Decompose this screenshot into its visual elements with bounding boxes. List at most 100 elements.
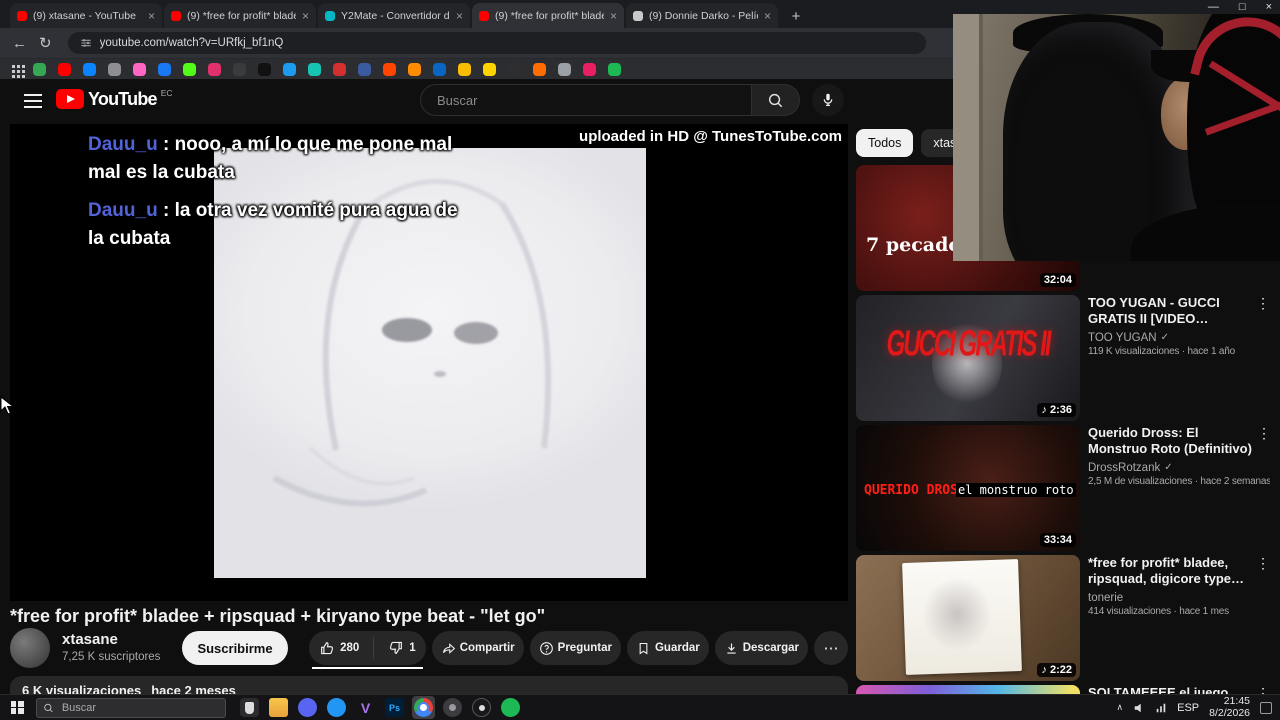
bookmark-favicon[interactable]: [583, 62, 596, 76]
channel-line[interactable]: DrossRotzank ✓: [1088, 462, 1270, 474]
camera-app-icon[interactable]: [443, 698, 462, 717]
bookmark-favicon[interactable]: [108, 62, 121, 76]
tab-close-icon[interactable]: ×: [148, 10, 155, 22]
chrome-icon[interactable]: [414, 698, 433, 717]
bookmark-favicon[interactable]: [258, 62, 271, 76]
bookmark-favicon[interactable]: [183, 62, 196, 76]
video-thumbnail[interactable]: ♪ 2:22: [856, 555, 1080, 681]
close-button[interactable]: ×: [1266, 1, 1272, 13]
bookmark-favicon[interactable]: [83, 62, 96, 76]
apps-grid-icon[interactable]: [12, 64, 15, 68]
browser-tab[interactable]: (9) Donnie Darko - Película com... ×: [626, 3, 778, 28]
share-button[interactable]: Compartir: [431, 631, 524, 665]
channel-avatar[interactable]: [10, 628, 50, 668]
address-bar[interactable]: youtube.com/watch?v=URfkj_bf1nQ: [67, 32, 926, 54]
browser-tab[interactable]: (9) *free for profit* bladee + e... ×: [164, 3, 316, 28]
refresh-icon[interactable]: ↻: [39, 36, 52, 51]
minimize-button[interactable]: —: [1208, 1, 1219, 13]
tray-chevron-icon[interactable]: ∧: [1117, 702, 1124, 713]
ask-button[interactable]: Preguntar: [529, 631, 621, 665]
browser-tab-active[interactable]: (9) *free for profit* bladee + rip... ×: [472, 3, 624, 28]
channel-line[interactable]: tonerie: [1088, 592, 1270, 604]
photoshop-icon[interactable]: Ps: [385, 698, 404, 717]
bookmark-favicon[interactable]: [333, 62, 346, 76]
tab-close-icon[interactable]: ×: [764, 10, 771, 22]
bookmark-favicon[interactable]: [358, 62, 371, 76]
video-title[interactable]: SOLTAMEEEE el juego: [1088, 685, 1270, 694]
hamburger-menu-icon[interactable]: [24, 94, 42, 108]
recommended-video[interactable]: SOLTAMEEEE el juego ⋮: [856, 685, 1270, 694]
bookmark-favicon[interactable]: [533, 62, 546, 76]
discord-icon[interactable]: [298, 698, 317, 717]
video-player[interactable]: Dauu_u : nooo, a mí lo que me pone mal m…: [10, 124, 848, 601]
recommended-video[interactable]: ♪ 2:22 *free for profit* bladee, ripsqua…: [856, 555, 1270, 681]
bookmark-favicon[interactable]: [558, 62, 571, 76]
browser-tab[interactable]: (9) xtasane - YouTube ×: [10, 3, 162, 28]
recommended-video[interactable]: QUERIDO DROSS el monstruo roto 33:34 Que…: [856, 425, 1270, 551]
obs-icon[interactable]: [472, 698, 491, 717]
video-menu-icon[interactable]: ⋮: [1257, 425, 1270, 442]
spotify-icon[interactable]: [501, 698, 520, 717]
bookmark-favicon[interactable]: [33, 62, 46, 76]
bookmark-favicon[interactable]: [408, 62, 421, 76]
bookmark-favicon[interactable]: [383, 62, 396, 76]
messenger-icon[interactable]: [327, 698, 346, 717]
video-title[interactable]: Querido Dross: El Monstruo Roto (Definit…: [1088, 425, 1270, 458]
bookmark-favicon[interactable]: [133, 62, 146, 76]
bookmark-favicon[interactable]: [208, 62, 221, 76]
video-thumbnail[interactable]: QUERIDO DROSS el monstruo roto 33:34: [856, 425, 1080, 551]
bookmark-favicon[interactable]: [458, 62, 471, 76]
visual-studio-icon[interactable]: V: [356, 698, 375, 717]
taskbar-search-input[interactable]: [59, 700, 219, 715]
site-info-icon[interactable]: [80, 37, 92, 49]
video-title[interactable]: TOO YUGAN - GUCCI GRATIS II [VIDEO OFICI…: [1088, 295, 1270, 328]
file-explorer-icon[interactable]: [269, 698, 288, 717]
video-thumbnail[interactable]: GUCCI GRATIS II ♪ 2:36: [856, 295, 1080, 421]
channel-name[interactable]: xtasane: [62, 631, 160, 650]
search-button[interactable]: [752, 84, 800, 116]
bookmark-favicon[interactable]: [158, 62, 171, 76]
bookmark-favicon[interactable]: [308, 62, 321, 76]
chip-todos[interactable]: Todos: [856, 129, 914, 157]
taskbar-clock[interactable]: 21:45 8/2/2026: [1209, 695, 1250, 719]
language-indicator[interactable]: ESP: [1177, 702, 1199, 714]
tab-close-icon[interactable]: ×: [456, 10, 463, 22]
bookmark-favicon[interactable]: [58, 62, 71, 76]
taskbar-search[interactable]: [36, 697, 226, 718]
mic-button[interactable]: [812, 84, 844, 116]
more-actions-button[interactable]: ⋯: [814, 631, 848, 665]
save-button[interactable]: Guardar: [626, 631, 709, 665]
video-menu-icon[interactable]: ⋮: [1256, 295, 1270, 312]
video-title[interactable]: *free for profit* bladee, ripsquad, digi…: [1088, 555, 1270, 588]
notification-center-icon[interactable]: [1260, 701, 1272, 714]
dislike-button[interactable]: 1: [378, 631, 425, 665]
video-thumbnail[interactable]: [856, 685, 1080, 694]
tab-close-icon[interactable]: ×: [302, 10, 309, 22]
browser-tab[interactable]: Y2Mate - Convertidor de YouT... ×: [318, 3, 470, 28]
recommended-video[interactable]: GUCCI GRATIS II ♪ 2:36 TOO YUGAN - GUCCI…: [856, 295, 1270, 421]
maximize-button[interactable]: □: [1239, 1, 1246, 13]
bookmark-favicon[interactable]: [483, 62, 496, 76]
bookmark-favicon[interactable]: [608, 62, 621, 76]
subscribe-button[interactable]: Suscribirme: [182, 631, 288, 665]
video-description[interactable]: 6 K visualizaciones hace 2 meses: [10, 676, 848, 694]
back-icon[interactable]: ←: [12, 36, 27, 51]
channel-line[interactable]: TOO YUGAN ✓: [1088, 332, 1270, 344]
video-menu-icon[interactable]: ⋮: [1256, 555, 1270, 572]
epic-games-icon[interactable]: [240, 698, 259, 717]
youtube-logo[interactable]: YouTube EC: [56, 88, 173, 109]
bookmark-favicon[interactable]: [283, 62, 296, 76]
start-button[interactable]: [4, 697, 30, 719]
video-menu-icon[interactable]: ⋮: [1256, 685, 1270, 694]
search-box[interactable]: [420, 84, 752, 116]
download-button[interactable]: Descargar: [714, 631, 808, 665]
search-input[interactable]: [435, 91, 737, 109]
network-icon[interactable]: [1155, 702, 1167, 714]
bookmark-favicon[interactable]: [233, 62, 246, 76]
speaker-icon[interactable]: [1133, 702, 1145, 714]
bookmark-favicon[interactable]: [508, 62, 521, 76]
new-tab-button[interactable]: +: [784, 4, 808, 28]
bookmark-favicon[interactable]: [433, 62, 446, 76]
tab-close-icon[interactable]: ×: [610, 10, 617, 22]
like-button[interactable]: 280: [309, 631, 369, 665]
